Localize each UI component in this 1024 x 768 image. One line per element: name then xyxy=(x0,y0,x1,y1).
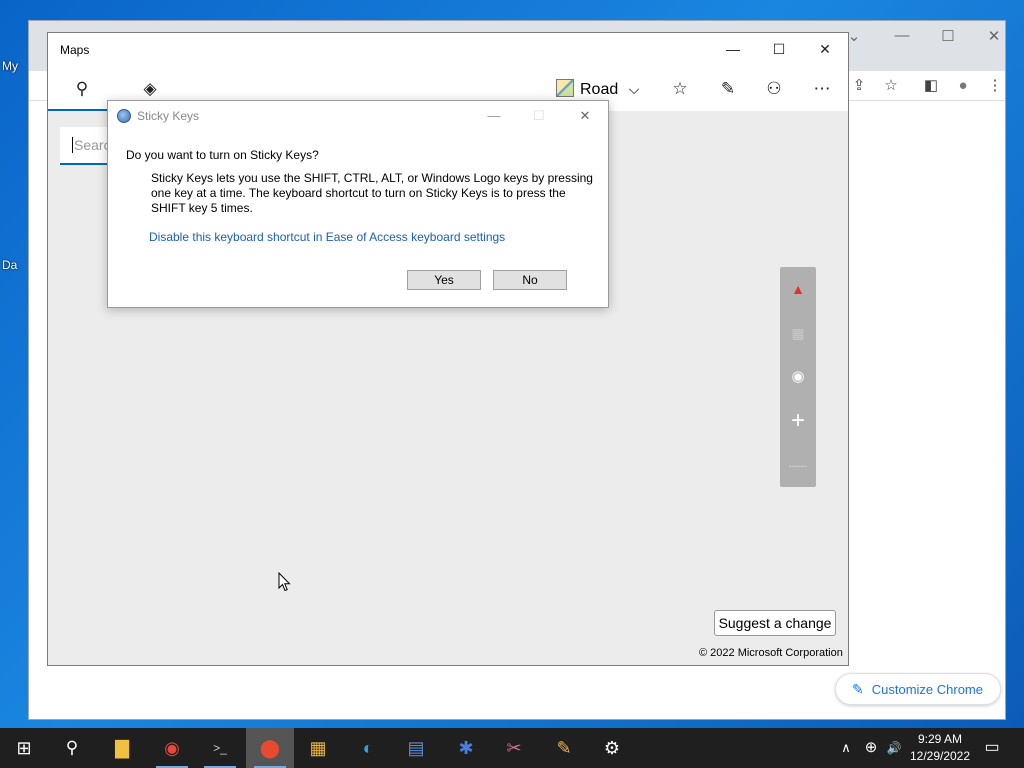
road-map-icon xyxy=(556,79,574,97)
side-panel-icon[interactable]: ◧ xyxy=(919,74,943,98)
mouse-cursor-icon xyxy=(278,572,291,592)
taskbar-search-icon[interactable]: ⚲ xyxy=(48,728,96,768)
desktop-icon-label[interactable]: Da xyxy=(2,258,17,272)
compass-icon[interactable]: ▲ xyxy=(780,267,816,311)
account-icon[interactable]: ⚇ xyxy=(752,67,796,111)
taskbar-file-explorer-icon[interactable]: ▇ xyxy=(98,728,146,768)
zoom-in-icon[interactable]: + xyxy=(780,399,816,443)
clock-date: 12/29/2022 xyxy=(909,749,971,763)
customize-chrome-label: Customize Chrome xyxy=(871,682,983,697)
tilt-icon[interactable]: ▦ xyxy=(780,311,816,355)
sticky-keys-titlebar: Sticky Keys — ☐ ✕ xyxy=(108,101,608,131)
sticky-close-button[interactable]: ✕ xyxy=(562,104,608,128)
ease-of-access-icon xyxy=(117,109,131,123)
customize-chrome-button[interactable]: ✎ Customize Chrome xyxy=(835,673,1001,705)
search-placeholder: Searc xyxy=(74,137,111,153)
zoom-out-icon[interactable]: — xyxy=(780,443,816,487)
taskbar-calculator-icon[interactable]: ▤ xyxy=(392,728,440,768)
chrome-menu-icon[interactable]: ⋮ xyxy=(983,74,1007,98)
chrome-close-button[interactable]: ✕ xyxy=(979,27,1009,45)
taskbar-chrome-icon[interactable]: ◉ xyxy=(148,728,196,768)
taskbar-maps-icon[interactable]: ⬤ xyxy=(246,728,294,768)
clock-time: 9:29 AM xyxy=(917,732,963,746)
sticky-minimize-button[interactable]: — xyxy=(471,104,517,128)
map-controls-panel: ▲ ▦ ◉ + — xyxy=(780,267,816,487)
maps-window-title: Maps xyxy=(60,43,90,57)
yes-button[interactable]: Yes xyxy=(407,270,481,290)
taskbar-settings-icon[interactable]: ⚙ xyxy=(588,728,636,768)
chrome-maximize-button[interactable]: ☐ xyxy=(933,27,963,45)
desktop-icon-label[interactable]: My xyxy=(2,59,18,73)
notifications-icon[interactable]: ▭ xyxy=(978,728,1006,768)
taskbar-settings-app-icon[interactable]: ✱ xyxy=(442,728,490,768)
taskbar-store-icon[interactable]: ▦ xyxy=(294,728,342,768)
sticky-keys-description: Sticky Keys lets you use the SHIFT, CTRL… xyxy=(151,171,593,215)
sticky-keys-dialog: Sticky Keys — ☐ ✕ Do you want to turn on… xyxy=(107,100,609,308)
sticky-keys-question: Do you want to turn on Sticky Keys? xyxy=(126,148,319,162)
profile-avatar-icon[interactable]: ● xyxy=(951,74,975,98)
taskbar-edge-icon[interactable]: ◐ xyxy=(344,728,392,768)
volume-icon[interactable]: 🔊 xyxy=(884,728,904,768)
tray-chevron-icon[interactable]: ∧ xyxy=(836,728,856,768)
maps-minimize-button[interactable]: — xyxy=(710,33,756,65)
chevron-down-icon: ⌵ xyxy=(628,81,640,97)
maps-titlebar: Maps — ☐ ✕ xyxy=(48,33,848,67)
taskbar-paint-3d-icon[interactable]: ✂ xyxy=(490,728,538,768)
locate-me-icon[interactable]: ◉ xyxy=(780,355,816,399)
sticky-keys-title: Sticky Keys xyxy=(137,109,200,123)
copyright-text: © 2022 Microsoft Corporation xyxy=(699,647,843,659)
no-button[interactable]: No xyxy=(493,270,567,290)
bookmark-star-icon[interactable]: ☆ xyxy=(879,74,903,98)
taskbar-paint-icon[interactable]: ✎ xyxy=(540,728,588,768)
favorites-icon[interactable]: ☆ xyxy=(658,67,702,111)
network-icon[interactable]: ⊕ xyxy=(860,728,882,768)
maps-close-button[interactable]: ✕ xyxy=(802,33,848,65)
ink-pen-icon[interactable]: ✎ xyxy=(706,67,750,111)
map-style-label: Road xyxy=(580,81,619,98)
suggest-a-change-button[interactable]: Suggest a change xyxy=(714,610,836,636)
more-options-icon[interactable]: ⋯ xyxy=(800,67,844,111)
search-tab-indicator xyxy=(48,109,108,111)
search-icon[interactable]: ⚲ xyxy=(60,67,104,111)
chrome-minimize-button[interactable]: — xyxy=(887,27,917,44)
taskbar-terminal-icon[interactable]: >_ xyxy=(196,728,244,768)
share-icon[interactable]: ⇪ xyxy=(847,74,871,98)
sticky-maximize-button: ☐ xyxy=(533,108,545,123)
taskbar-clock[interactable]: 9:29 AM 12/29/2022 xyxy=(906,731,974,765)
text-caret xyxy=(72,137,73,153)
start-button-icon[interactable]: ⊞ xyxy=(0,728,48,768)
pencil-icon: ✎ xyxy=(852,681,864,697)
ease-of-access-settings-link[interactable]: Disable this keyboard shortcut in Ease o… xyxy=(149,230,505,244)
taskbar: ⊞ ⚲ ∧ ⊕ 🔊 9:29 AM 12/29/2022 ▭ ▇ ◉ >_ ⬤ ▦ ◐ ▤ ✱… xyxy=(0,728,1024,768)
maps-maximize-button[interactable]: ☐ xyxy=(756,33,802,65)
